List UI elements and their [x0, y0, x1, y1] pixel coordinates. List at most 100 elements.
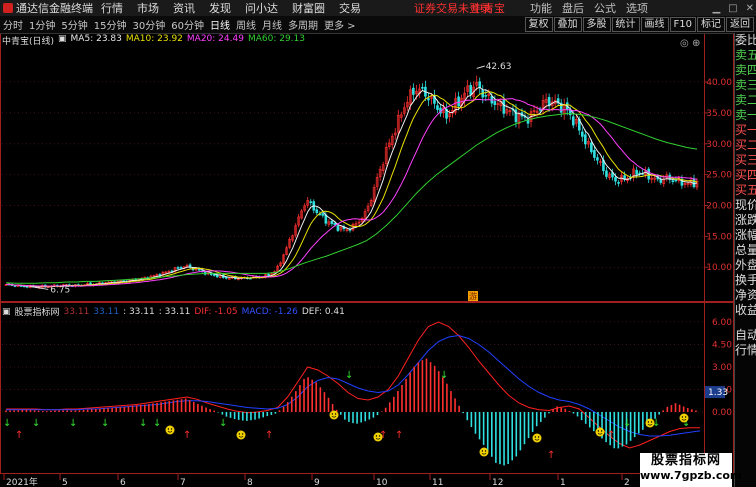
- logo-icon: [3, 3, 13, 13]
- ma5-label: MA5: 23.83: [70, 34, 122, 44]
- side-item-5[interactable]: 卖一: [735, 108, 756, 123]
- side-item-2[interactable]: 卖四: [735, 63, 756, 78]
- close-icon[interactable]: ✕: [746, 3, 754, 14]
- side-item-20[interactable]: 行情: [735, 343, 756, 358]
- multi-stock-button[interactable]: 多股: [582, 17, 611, 32]
- sell-arrow-6: ↓: [219, 418, 227, 429]
- indicator-settings-icon[interactable]: ▣: [2, 307, 11, 317]
- menu-market[interactable]: 市场: [137, 0, 159, 16]
- candle-body: [457, 96, 460, 107]
- menu-discover[interactable]: 发现: [209, 0, 231, 16]
- smiley-face: [373, 432, 383, 442]
- candle-body: [484, 95, 488, 97]
- menu-after-hours[interactable]: 盘后: [562, 0, 584, 16]
- candle-body: [581, 131, 584, 137]
- ma20-label: MA20: 24.49: [186, 34, 244, 44]
- dif-line: [6, 321, 700, 449]
- buy-arrow-4: ↑: [395, 430, 403, 441]
- stats-button[interactable]: 统计: [611, 17, 640, 32]
- menu-trade[interactable]: 交易: [339, 0, 361, 16]
- candle-body: [212, 274, 216, 276]
- side-item-14[interactable]: 总量: [735, 243, 756, 258]
- side-item-10[interactable]: 买五: [735, 183, 756, 198]
- marker-label: 游: [469, 291, 477, 301]
- period-60min[interactable]: 60分钟: [168, 17, 207, 32]
- side-item-12[interactable]: 涨跌: [735, 213, 756, 228]
- low-label: 6.75: [50, 285, 70, 295]
- overlay-button[interactable]: 叠加: [553, 17, 582, 32]
- candle-body: [502, 99, 506, 114]
- menu-ask[interactable]: 问小达: [245, 0, 278, 16]
- sell-arrow-7: ↓: [345, 370, 353, 381]
- y-tick-label-1: 35.00: [706, 109, 732, 119]
- period-toolbar: 分时 1分钟 5分钟 15分钟 30分钟 60分钟 日线 周线 月线 多周期 更…: [0, 16, 756, 34]
- f10-button[interactable]: F10: [669, 17, 696, 32]
- period-multi[interactable]: 多周期: [285, 17, 321, 32]
- ma60-line: [5, 112, 698, 284]
- period-monthly[interactable]: 月线: [259, 17, 285, 32]
- chart-settings-icon: ◎: [680, 38, 689, 49]
- candle-body: [635, 169, 638, 175]
- side-item-19[interactable]: 自动: [735, 328, 756, 343]
- menu-news[interactable]: 资讯: [173, 0, 195, 16]
- y-tick-label-5: 15.00: [706, 232, 732, 242]
- side-item-18[interactable]: 收益: [735, 303, 756, 318]
- side-item-3[interactable]: 卖三: [735, 78, 756, 93]
- period-intraday[interactable]: 分时: [0, 17, 26, 32]
- side-item-17[interactable]: 净资: [735, 288, 756, 303]
- candle-body: [596, 157, 599, 161]
- adjust-button[interactable]: 复权: [524, 17, 553, 32]
- maximize-icon[interactable]: □: [728, 3, 737, 14]
- period-5min[interactable]: 5分钟: [58, 17, 90, 32]
- menu-options[interactable]: 选项: [626, 0, 648, 16]
- period-daily[interactable]: 日线: [207, 17, 233, 32]
- x-tick-label-0: 2021年: [6, 476, 38, 487]
- side-item-7[interactable]: 买二: [735, 138, 756, 153]
- side-item-0[interactable]: 委比: [735, 33, 756, 48]
- smiley-eye: [238, 433, 241, 435]
- ma-toggle-icon[interactable]: ▣: [58, 34, 67, 47]
- mark-button[interactable]: 标记: [697, 17, 725, 32]
- sell-arrow-2: ↓: [69, 418, 77, 429]
- macd-label: MACD: -1.26: [241, 306, 298, 317]
- period-1min[interactable]: 1分钟: [26, 17, 58, 32]
- period-15min[interactable]: 15分钟: [91, 17, 130, 32]
- candle-body: [412, 87, 415, 95]
- indicator-name: 股票指标网: [14, 308, 60, 318]
- smiley-icon-3: [373, 432, 383, 442]
- smiley-eye: [481, 450, 484, 452]
- period-weekly[interactable]: 周线: [233, 17, 259, 32]
- draw-button[interactable]: 画线: [640, 17, 669, 32]
- side-item-15[interactable]: 外盘: [735, 258, 756, 273]
- side-item-11[interactable]: 现价: [735, 198, 756, 213]
- candle-body: [315, 209, 319, 214]
- menu-formula[interactable]: 公式: [594, 0, 616, 16]
- smiley-icon-4: [479, 447, 489, 457]
- side-item-4[interactable]: 卖二: [735, 93, 756, 108]
- period-30min[interactable]: 30分钟: [129, 17, 168, 32]
- x-tick-label-2: 6: [120, 478, 126, 487]
- x-tick-label-4: 8: [247, 478, 253, 487]
- y-tick-label-6: 10.00: [706, 263, 732, 273]
- side-item-13[interactable]: 涨幅: [735, 228, 756, 243]
- period-more[interactable]: 更多 >: [321, 17, 359, 32]
- back-button[interactable]: 返回: [726, 17, 754, 32]
- side-item-16[interactable]: 换手: [735, 273, 756, 288]
- minimize-icon[interactable]: ▁: [712, 3, 720, 14]
- menu-wealth[interactable]: 财富圈: [292, 0, 325, 16]
- side-item-9[interactable]: 买四: [735, 168, 756, 183]
- smiley-eye: [597, 430, 600, 432]
- side-item-8[interactable]: 买三: [735, 153, 756, 168]
- quote-side-panel: 委比 卖五 卖四 卖三 卖二 卖一 买一 买二 买三 买四 买五 现价 涨跌 涨幅 总量 外盘 换手 净资 收益自动…: [734, 33, 756, 487]
- dif-label: DIF: -1.05: [194, 306, 238, 317]
- macd-tick-label-2: 3.00: [712, 363, 732, 373]
- x-tick-label-5: 9: [314, 478, 320, 487]
- side-item-1[interactable]: 卖五: [735, 48, 756, 63]
- menu-functions[interactable]: 功能: [530, 0, 552, 16]
- menu-quotes[interactable]: 行情: [101, 0, 123, 16]
- smiley-icon-2: [329, 410, 339, 420]
- ma10-line: [5, 91, 698, 288]
- indicator-frame: [0, 302, 734, 474]
- smiley-icon-1: [236, 430, 246, 440]
- side-item-6[interactable]: 买一: [735, 123, 756, 138]
